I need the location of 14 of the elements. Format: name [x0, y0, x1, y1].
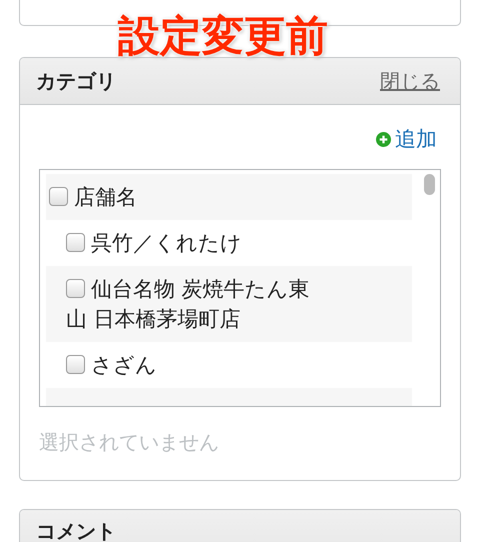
panel-title: コメント [36, 518, 116, 542]
close-link[interactable]: 閉じる [380, 68, 440, 94]
scrollbar-thumb[interactable] [424, 174, 435, 195]
plus-icon [376, 132, 391, 146]
category-item[interactable]: 仙台名物 炭焼牛たん東山 日本橋茅場町店 [46, 266, 412, 342]
annotation-text: 設定変更前 [118, 10, 328, 62]
category-item[interactable]: 店舗名 [46, 174, 412, 220]
status-text: 選択されていません [39, 429, 220, 456]
checkbox[interactable] [66, 355, 85, 374]
checkbox[interactable] [49, 187, 68, 206]
add-link[interactable]: 追加 [376, 125, 437, 153]
checkbox[interactable] [66, 233, 85, 252]
checkbox[interactable] [66, 279, 85, 298]
panel-title: カテゴリ [36, 68, 116, 94]
